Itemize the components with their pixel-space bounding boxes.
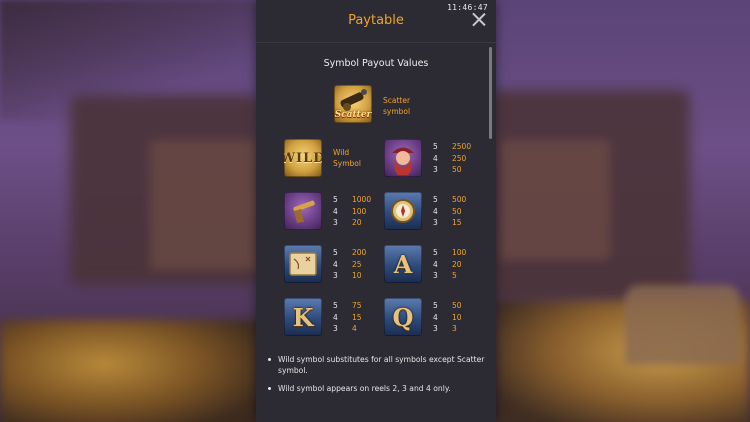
letter-a-payouts: 5 100 4 20 35 (433, 247, 466, 282)
scrollbar[interactable] (489, 47, 492, 139)
payout-row: 3 10 (333, 271, 362, 280)
gold-pile-left-background (0, 320, 260, 422)
treasure-map-icon (284, 245, 322, 283)
scatter-badge: Scatter (334, 110, 372, 120)
scatter-cannon-icon: Scatter (334, 85, 372, 123)
rules-list: Wild symbol substitutes for all symbols … (268, 354, 490, 394)
payout-row: 5 200 (333, 248, 367, 257)
payout-row: 5 1000 (333, 195, 372, 204)
section-subtitle: Symbol Payout Values (323, 58, 429, 69)
payout-row: 35 (433, 271, 457, 280)
payout-row: 4 20 (433, 259, 462, 269)
letter-q-payouts: 5 50 4 10 33 (433, 300, 462, 335)
letter-k-payouts: 5 75 4 15 34 (333, 300, 362, 335)
ship-door-right-background (500, 140, 610, 260)
letter-q-glyph: Q (392, 302, 414, 332)
compass-icon (384, 192, 422, 230)
payout-row: 5 75 (333, 301, 362, 310)
letter-a-glyph: A (393, 249, 413, 279)
payout-row: 3 50 (433, 165, 462, 174)
payout-row: 5 500 (433, 195, 467, 204)
panel-header: Paytable (256, 0, 496, 43)
map-payouts: 5 200 4 25 3 10 (333, 247, 366, 282)
page-title: Paytable (348, 13, 404, 28)
close-icon[interactable] (472, 12, 486, 26)
letter-a-icon: A (384, 245, 422, 283)
pistol-payouts: 5 1000 4 100 3 20 (333, 194, 371, 229)
letter-k-glyph: K (292, 302, 314, 332)
ship-door-left-background (150, 140, 260, 270)
payout-row: 34 (333, 324, 357, 333)
payout-row: 4 10 (433, 312, 462, 322)
pirate-woman-payouts: 5 2500 4 250 3 50 (433, 141, 471, 176)
payout-row: 5 2500 (433, 142, 472, 151)
payout-row: 3 20 (333, 218, 362, 227)
payout-row: 4 250 (433, 153, 467, 163)
payout-row: 4 25 (333, 259, 362, 269)
payout-row: 4 100 (333, 206, 367, 216)
payout-row: 5 100 (433, 248, 467, 257)
letter-q-icon: Q (384, 298, 422, 336)
payout-row: 3 15 (433, 218, 462, 227)
payout-row: 4 50 (433, 206, 462, 216)
payout-row: 5 50 (433, 301, 462, 310)
rule-item: Wild symbol substitutes for all symbols … (268, 354, 490, 376)
payout-row: 33 (433, 324, 457, 333)
pirate-woman-figure (392, 147, 414, 175)
wild-label: Wild Symbol (333, 148, 361, 168)
letter-k-icon: K (284, 298, 322, 336)
payout-row: 4 15 (333, 312, 362, 322)
map-figure (289, 252, 317, 276)
wild-treasure-chest-icon: WILD (284, 139, 322, 177)
compass-figure (391, 199, 415, 223)
flintlock-pistol-icon (284, 192, 322, 230)
treasure-chest-background (625, 285, 740, 365)
compass-payouts: 5 500 4 50 3 15 (433, 194, 466, 229)
pistol-figure (293, 200, 315, 223)
paytable-panel: 11:46:47 Paytable Symbol Payout Values S… (256, 0, 496, 422)
paytable-content[interactable]: Symbol Payout Values Scatter Scatter sym… (256, 43, 496, 422)
rules-notes: Wild symbol substitutes for all symbols … (268, 354, 490, 401)
pirate-woman-icon (384, 139, 422, 177)
scatter-label: Scatter symbol (383, 96, 411, 116)
rule-item: Wild symbol appears on reels 2, 3 and 4 … (268, 383, 490, 394)
wild-badge: WILD (284, 150, 322, 166)
